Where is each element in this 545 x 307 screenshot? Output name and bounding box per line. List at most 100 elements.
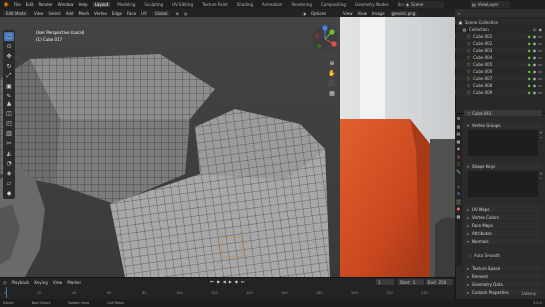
mesh-data-tab-icon[interactable]: ▽ bbox=[456, 198, 461, 205]
constraints-tab-icon[interactable]: ⊞ bbox=[456, 191, 461, 197]
eye-icon[interactable]: ◉ bbox=[533, 55, 537, 60]
tab-geometry-nodes[interactable]: Geometry Nodes bbox=[353, 2, 391, 7]
poly-build-tool-icon[interactable]: ◭ bbox=[4, 149, 14, 158]
image-name-field[interactable]: generic.png bbox=[389, 10, 418, 16]
menu-edit[interactable]: Edit bbox=[26, 2, 34, 7]
particles-tab-icon[interactable]: ∴ bbox=[456, 176, 461, 182]
list-item[interactable]: ▽ Cube.006 ◆ ◉ ▭ bbox=[455, 68, 545, 74]
remove-icon[interactable]: − bbox=[539, 177, 543, 181]
jump-start-icon[interactable]: ⏮ bbox=[210, 279, 214, 284]
camera-view-icon[interactable]: 🎥 bbox=[328, 80, 336, 88]
panel-vertex-colors[interactable]: ▸ Vertex Colors bbox=[464, 214, 542, 220]
camera-icon[interactable]: ▭ bbox=[538, 62, 542, 67]
viewport-menu-view[interactable]: View bbox=[34, 11, 44, 16]
proportional-icon[interactable]: ◎ bbox=[184, 11, 188, 16]
list-item[interactable]: ▽ Cube.002 ◆ ◉ ▭ bbox=[455, 40, 545, 46]
start-frame-field[interactable]: Start 1 bbox=[398, 279, 424, 285]
list-item[interactable]: ▽ Cube.001 ◆ ◉ ▭ bbox=[455, 33, 545, 39]
image-menu-view-2[interactable]: View bbox=[358, 11, 368, 16]
checkbox-icon[interactable]: ☑ bbox=[533, 27, 537, 32]
transform-tool-icon[interactable]: ▣ bbox=[4, 82, 14, 91]
play-reverse-icon[interactable]: ◀ bbox=[223, 279, 226, 284]
viewport-menu-mesh[interactable]: Mesh bbox=[79, 11, 90, 16]
play-icon[interactable]: ▶ bbox=[229, 279, 232, 284]
eye-icon[interactable]: ◉ bbox=[533, 62, 537, 67]
list-item[interactable]: ▽ Cube.009 ◆ ◉ ▭ bbox=[455, 89, 545, 95]
tab-compositing[interactable]: Compositing bbox=[319, 2, 348, 7]
eye-icon[interactable]: ◉ bbox=[533, 34, 537, 39]
spin-tool-icon[interactable]: ◔ bbox=[4, 159, 14, 168]
pan-hand-icon[interactable]: ✋ bbox=[328, 70, 336, 78]
camera-icon[interactable]: ▭ bbox=[538, 34, 542, 39]
camera-icon[interactable]: ▭ bbox=[538, 48, 542, 53]
smooth-tool-icon[interactable]: ◈ bbox=[4, 169, 14, 178]
mode-selector[interactable]: Edit Mode bbox=[3, 10, 29, 16]
tool-tab-icon[interactable]: ⚒ bbox=[456, 116, 461, 122]
tab-layout[interactable]: Layout bbox=[92, 2, 111, 7]
viewport-menu-add[interactable]: Add bbox=[66, 11, 74, 16]
list-item[interactable]: ▽ Cube.004 ◆ ◉ ▭ bbox=[455, 54, 545, 60]
object-tab-icon[interactable]: ▢ bbox=[456, 161, 461, 167]
mesh-datablock-field[interactable]: ▽ Cube.043 bbox=[464, 110, 542, 116]
shear-tool-icon[interactable]: ▱ bbox=[4, 179, 14, 188]
texture-tab-icon[interactable]: ▩ bbox=[456, 214, 461, 220]
panel-normals[interactable]: ▾ Normals bbox=[464, 238, 542, 244]
timeline-ruler[interactable]: 0 20 40 60 80 100 120 140 160 180 200 22… bbox=[0, 287, 455, 298]
camera-icon[interactable]: ▭ bbox=[538, 69, 542, 74]
list-item[interactable]: ▽ Cube.008 ◆ ◉ ▭ bbox=[455, 82, 545, 88]
bevel-tool-icon[interactable]: ◰ bbox=[4, 119, 14, 128]
cursor-tool-icon[interactable]: ⊙ bbox=[4, 42, 14, 51]
current-frame-field[interactable]: 1 bbox=[376, 279, 394, 285]
camera-icon[interactable]: ▭ bbox=[538, 55, 542, 60]
timeline-menu-marker[interactable]: Marker bbox=[67, 280, 81, 285]
viewport-menu-vertex[interactable]: Vertex bbox=[94, 11, 107, 16]
eye-icon[interactable]: ◉ bbox=[533, 48, 537, 53]
panel-attributes[interactable]: ▸ Attributes bbox=[464, 230, 542, 236]
timeline-menu-keying[interactable]: Keying bbox=[34, 280, 47, 285]
next-keyframe-icon[interactable]: ◆ bbox=[235, 279, 238, 284]
prev-keyframe-icon[interactable]: ◆ bbox=[217, 279, 220, 284]
world-tab-icon[interactable]: ◍ bbox=[456, 154, 461, 160]
grid-perspective-icon[interactable]: ▦ bbox=[328, 90, 336, 98]
camera-icon[interactable]: ▭ bbox=[538, 83, 542, 88]
panel-uv-maps[interactable]: ▸ UV Maps bbox=[464, 206, 542, 212]
scene-selector[interactable]: ◈ Scene bbox=[404, 1, 444, 8]
menu-render[interactable]: Render bbox=[38, 2, 52, 7]
auto-smooth-checkbox[interactable] bbox=[468, 253, 472, 258]
viewport-menu-face[interactable]: Face bbox=[127, 11, 136, 16]
knife-tool-icon[interactable]: ✂ bbox=[4, 139, 14, 148]
tab-shading[interactable]: Shading bbox=[235, 2, 255, 7]
panel-geometry-data[interactable]: ▸ Geometry Data bbox=[464, 281, 542, 287]
tab-sculpting[interactable]: Sculpting bbox=[142, 2, 165, 7]
list-item[interactable]: ▽ Cube.007 ◆ ◉ ▭ bbox=[455, 75, 545, 81]
auto-smooth-toggle[interactable]: Auto Smooth bbox=[468, 253, 500, 258]
physics-tab-icon[interactable]: ◎ bbox=[456, 184, 461, 190]
eye-icon[interactable]: ◉ bbox=[533, 69, 537, 74]
camera-icon[interactable]: ▭ bbox=[538, 90, 542, 95]
rotate-tool-icon[interactable]: ↻ bbox=[4, 62, 14, 71]
menu-file[interactable]: File bbox=[14, 2, 21, 7]
shape-key-list[interactable] bbox=[468, 171, 538, 197]
tab-uv-editing[interactable]: UV Editing bbox=[170, 2, 195, 7]
timeline-menu-view[interactable]: View bbox=[53, 280, 63, 285]
outliner-collection[interactable]: ▤ Collection ☑ ◉ bbox=[455, 26, 545, 32]
overlay-icon[interactable]: ◑ bbox=[302, 11, 306, 16]
image-menu-image[interactable]: Image bbox=[372, 11, 385, 16]
eye-icon[interactable]: ◉ bbox=[539, 27, 543, 32]
view-layer-selector[interactable]: ▤ ViewLayer bbox=[470, 1, 510, 8]
playhead[interactable] bbox=[6, 287, 7, 298]
viewport-menu-uv[interactable]: UV bbox=[141, 11, 147, 16]
outliner-filter-icon[interactable]: ⌕ bbox=[458, 11, 460, 16]
blender-logo-icon[interactable]: ◉ bbox=[2, 1, 10, 8]
panel-remesh[interactable]: ▸ Remesh bbox=[464, 273, 542, 279]
timeline-editor-icon[interactable]: ◷ bbox=[3, 280, 7, 285]
zoom-icon[interactable]: ⊕ bbox=[328, 60, 336, 68]
modifier-tab-icon[interactable]: 🔧 bbox=[456, 169, 461, 175]
snap-icon[interactable]: ⊕ bbox=[175, 11, 178, 16]
viewport-options[interactable]: Options bbox=[311, 11, 326, 16]
3d-viewport[interactable] bbox=[0, 9, 340, 277]
panel-texture-space[interactable]: ▸ Texture Space bbox=[464, 265, 542, 271]
scale-tool-icon[interactable]: ⤢ bbox=[4, 72, 14, 81]
list-item[interactable]: ▽ Cube.005 ◆ ◉ ▭ bbox=[455, 61, 545, 67]
tab-rendering[interactable]: Rendering bbox=[289, 2, 313, 7]
